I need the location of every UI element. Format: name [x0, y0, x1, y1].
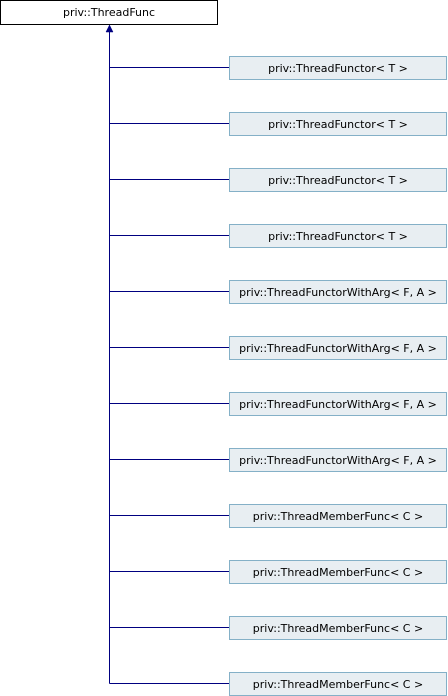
derived-class-node[interactable]: priv::ThreadMemberFunc< C >	[229, 616, 447, 640]
derived-class-node[interactable]: priv::ThreadFunctorWithArg< F, A >	[229, 336, 447, 360]
derived-class-node[interactable]: priv::ThreadFunctor< T >	[229, 224, 447, 248]
derived-class-node[interactable]: priv::ThreadMemberFunc< C >	[229, 672, 447, 696]
derived-class-node[interactable]: priv::ThreadFunctor< T >	[229, 168, 447, 192]
derived-class-node[interactable]: priv::ThreadFunctor< T >	[229, 56, 447, 80]
inheritance-arrowhead	[105, 24, 114, 33]
derived-class-node[interactable]: priv::ThreadMemberFunc< C >	[229, 560, 447, 584]
derived-class-node[interactable]: priv::ThreadFunctorWithArg< F, A >	[229, 280, 447, 304]
inheritance-diagram: priv::ThreadFunc priv::ThreadFunctor< T …	[0, 0, 448, 696]
derived-class-node[interactable]: priv::ThreadFunctor< T >	[229, 112, 447, 136]
derived-class-node[interactable]: priv::ThreadFunctorWithArg< F, A >	[229, 392, 447, 416]
derived-class-node[interactable]: priv::ThreadFunctorWithArg< F, A >	[229, 448, 447, 472]
derived-class-node[interactable]: priv::ThreadMemberFunc< C >	[229, 504, 447, 528]
base-class-node[interactable]: priv::ThreadFunc	[0, 0, 218, 25]
